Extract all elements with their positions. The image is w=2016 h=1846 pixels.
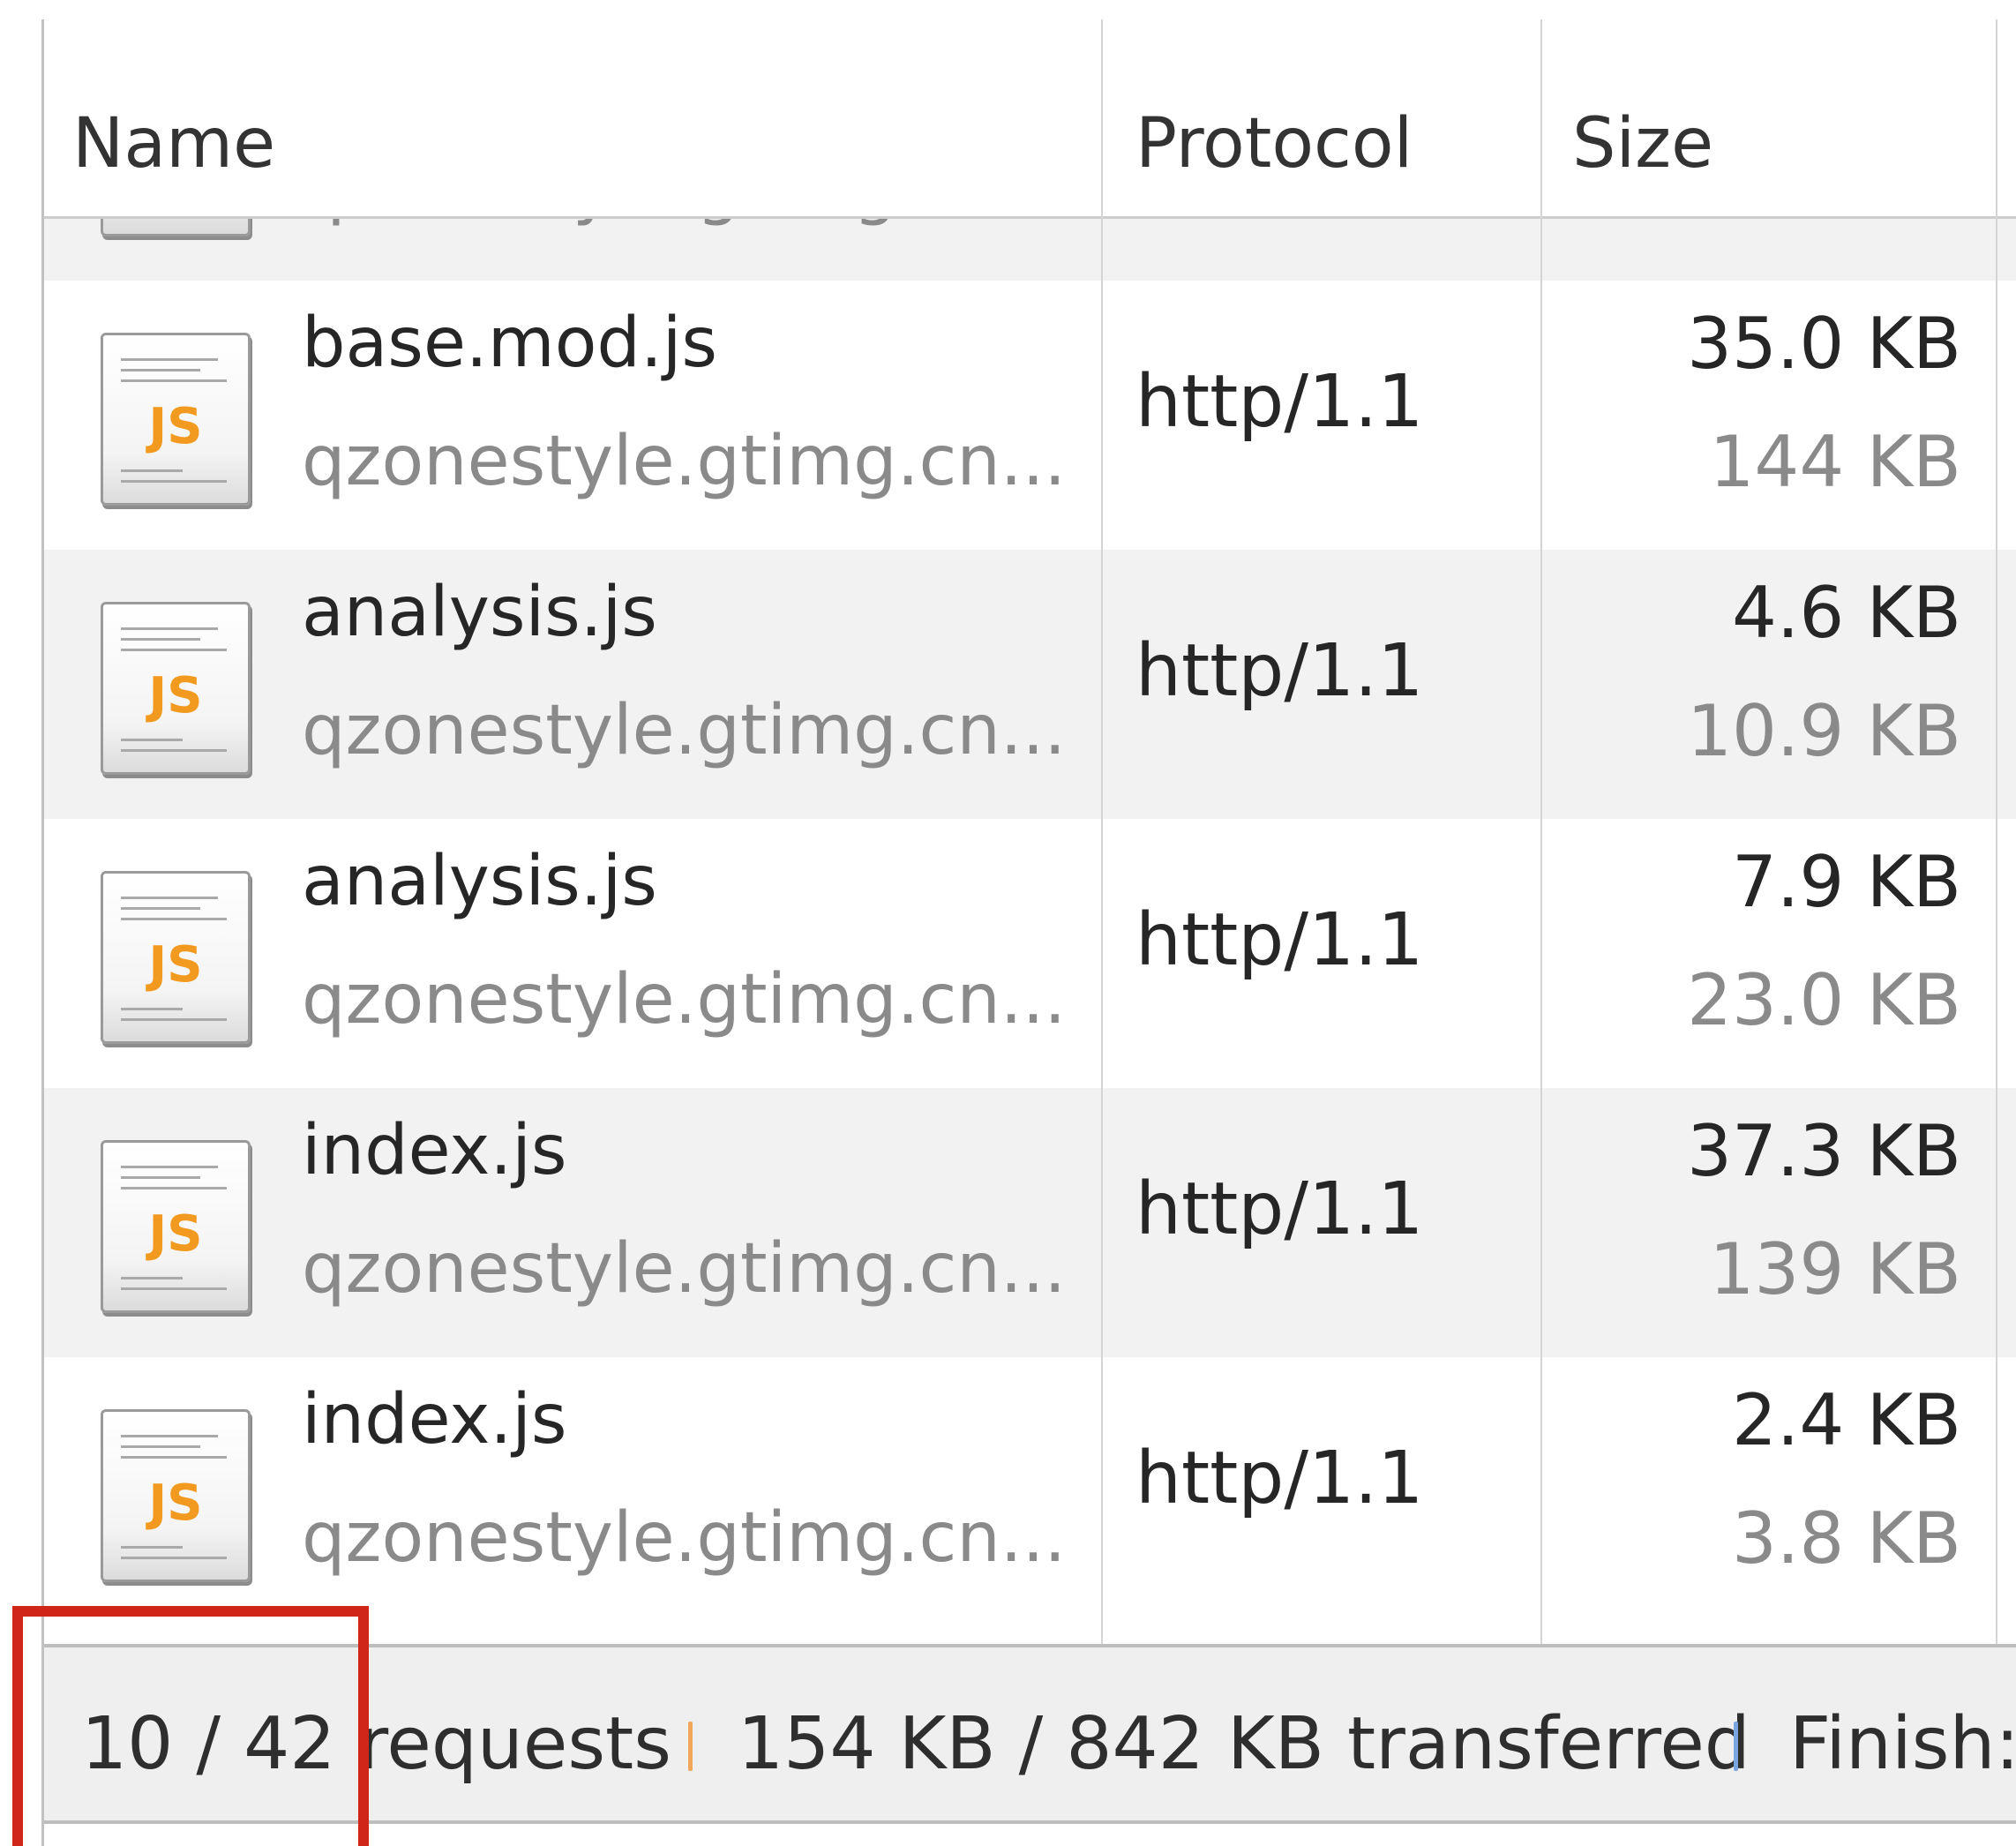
request-protocol: http/1.1	[1135, 1167, 1424, 1251]
column-header-size[interactable]: Size	[1572, 104, 1713, 184]
request-list: qzonestyle.gtimg.cn... 652 B JS base.mod…	[44, 219, 2016, 1644]
request-domain: qzonestyle.gtimg.cn...	[302, 1498, 1067, 1578]
table-row[interactable]: JS base.mod.js qzonestyle.gtimg.cn... ht…	[44, 281, 2016, 550]
table-row[interactable]: JS analysis.js qzonestyle.gtimg.cn... ht…	[44, 819, 2016, 1088]
js-file-icon-label: JS	[148, 936, 203, 994]
table-row[interactable]: JS analysis.js qzonestyle.gtimg.cn... ht…	[44, 550, 2016, 819]
column-header-name[interactable]: Name	[72, 104, 275, 184]
request-domain: qzonestyle.gtimg.cn...	[302, 960, 1067, 1039]
request-size-partial: 652 B	[1756, 219, 1961, 229]
request-size-resource: 10.9 KB	[1687, 690, 1961, 772]
table-header: Name Protocol Size	[44, 19, 2016, 219]
request-protocol: http/1.1	[1135, 360, 1424, 444]
request-domain: qzonestyle.gtimg.cn...	[302, 219, 1066, 228]
request-size-transferred: 35.0 KB	[1687, 303, 1961, 385]
table-row-partial[interactable]: qzonestyle.gtimg.cn... 652 B	[44, 219, 2016, 281]
request-domain: qzonestyle.gtimg.cn...	[302, 1229, 1067, 1309]
finish-label: Finish:	[1789, 1702, 2016, 1786]
column-divider[interactable]	[1996, 19, 1997, 1644]
js-file-icon: JS	[101, 333, 251, 506]
request-name: analysis.js	[302, 573, 657, 652]
table-row[interactable]: JS index.js qzonestyle.gtimg.cn... http/…	[44, 1357, 2016, 1626]
request-size-resource: 23.0 KB	[1687, 959, 1961, 1041]
request-name: index.js	[302, 1380, 567, 1460]
request-name: index.js	[302, 1111, 567, 1190]
request-domain: qzonestyle.gtimg.cn...	[302, 691, 1067, 770]
status-separator	[688, 1722, 693, 1771]
status-separator	[1734, 1722, 1738, 1771]
request-domain: qzonestyle.gtimg.cn...	[302, 422, 1067, 501]
request-protocol: http/1.1	[1135, 1437, 1424, 1520]
js-file-icon-label: JS	[148, 398, 203, 455]
column-divider[interactable]	[1540, 19, 1542, 1644]
request-name: base.mod.js	[302, 304, 718, 383]
js-file-icon-label: JS	[148, 1205, 203, 1263]
request-protocol: http/1.1	[1135, 629, 1424, 713]
transferred-summary: 154 KB / 842 KB transferred	[738, 1702, 1750, 1786]
request-size-resource: 3.8 KB	[1732, 1497, 1961, 1580]
js-file-icon: JS	[101, 1140, 251, 1313]
highlight-box	[12, 1606, 369, 1846]
js-file-icon	[101, 219, 251, 236]
js-file-icon: JS	[101, 602, 251, 775]
request-size-resource: 144 KB	[1709, 421, 1961, 503]
request-size-transferred: 2.4 KB	[1732, 1379, 1961, 1461]
request-size-resource: 139 KB	[1709, 1228, 1961, 1310]
table-row[interactable]: JS index.js qzonestyle.gtimg.cn... http/…	[44, 1088, 2016, 1357]
js-file-icon: JS	[101, 1409, 251, 1582]
js-file-icon-label: JS	[148, 1475, 203, 1532]
network-panel: Name Protocol Size qzonestyle.gtimg.cn..…	[0, 0, 2016, 1846]
js-file-icon-label: JS	[148, 667, 203, 724]
request-name: analysis.js	[302, 842, 657, 921]
request-size-transferred: 4.6 KB	[1732, 572, 1961, 654]
request-protocol: http/1.1	[1135, 898, 1424, 982]
request-size-transferred: 7.9 KB	[1732, 841, 1961, 923]
column-header-protocol[interactable]: Protocol	[1135, 104, 1413, 184]
column-divider[interactable]	[1101, 19, 1103, 1644]
request-size-transferred: 37.3 KB	[1687, 1110, 1961, 1192]
js-file-icon: JS	[101, 871, 251, 1044]
